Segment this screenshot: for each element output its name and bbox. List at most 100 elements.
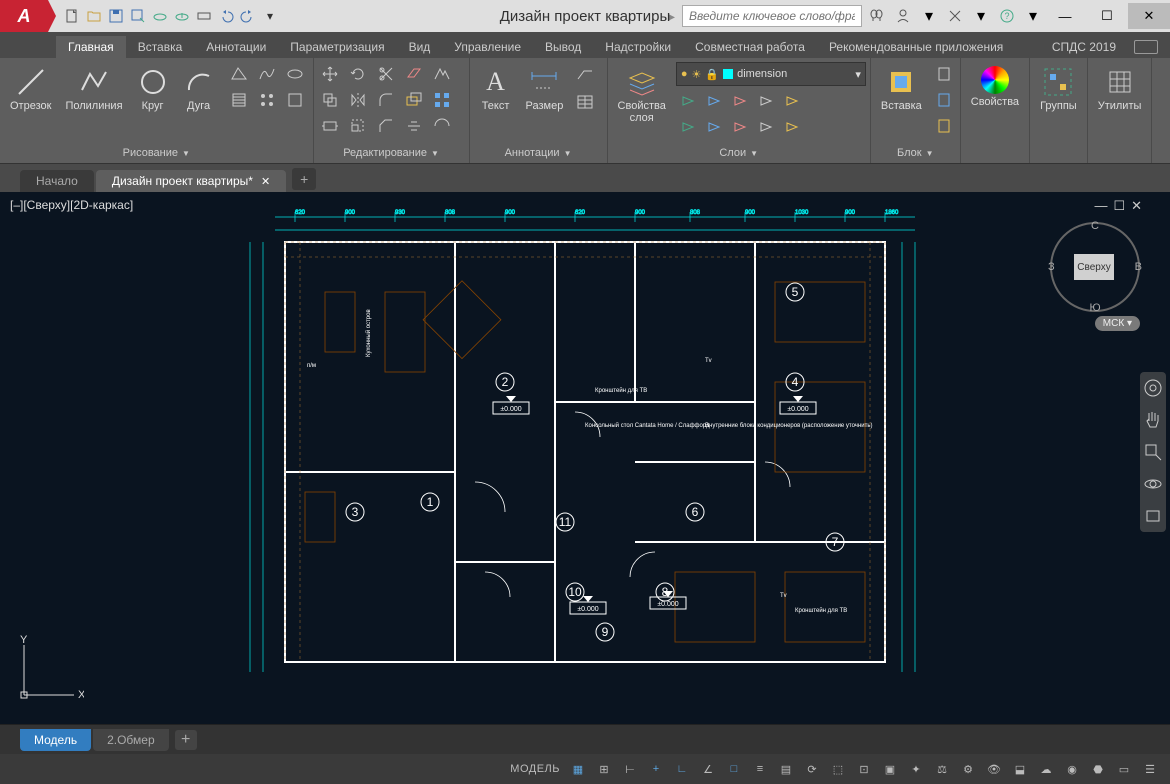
search-icon[interactable]: [866, 5, 888, 27]
coordinate-system-button[interactable]: МСК ▾: [1095, 316, 1140, 331]
close-button[interactable]: ✕: [1128, 3, 1170, 29]
status-cycle-icon[interactable]: ⟳: [800, 757, 824, 781]
tool-trim-icon[interactable]: [374, 62, 398, 86]
layer-match-icon[interactable]: [780, 88, 804, 112]
status-dynucs-icon[interactable]: ⊡: [852, 757, 876, 781]
tab-featured-apps[interactable]: Рекомендованные приложения: [817, 36, 1015, 58]
tab-output[interactable]: Вывод: [533, 36, 593, 58]
tool-chamfer-icon[interactable]: [374, 114, 398, 138]
redo-icon[interactable]: [238, 6, 258, 26]
help-dropdown[interactable]: ▾: [1022, 5, 1044, 27]
layer-prev-icon[interactable]: [676, 114, 700, 138]
status-annomon-icon[interactable]: 👁: [982, 757, 1006, 781]
qat-dropdown-icon[interactable]: ▾: [260, 6, 280, 26]
status-workspace-icon[interactable]: ⚙: [956, 757, 980, 781]
panel-modify-title[interactable]: Редактирование▼: [318, 143, 465, 163]
tab-manage[interactable]: Управление: [442, 36, 533, 58]
status-gizmo-icon[interactable]: ✦: [904, 757, 928, 781]
app-menu-button[interactable]: A: [0, 0, 48, 32]
signin-icon[interactable]: [892, 5, 914, 27]
tool-hatch-icon[interactable]: [227, 88, 251, 112]
doc-tab-start[interactable]: Начало: [20, 170, 94, 192]
tool-erase-icon[interactable]: [402, 62, 426, 86]
nav-orbit-icon[interactable]: [1143, 474, 1163, 494]
tab-spds[interactable]: СПДС 2019: [1040, 36, 1128, 58]
panel-annotation-title[interactable]: Аннотации▼: [474, 143, 603, 163]
layer-off-icon[interactable]: [676, 88, 700, 112]
status-sel-icon[interactable]: ▣: [878, 757, 902, 781]
tab-view[interactable]: Вид: [397, 36, 443, 58]
status-annoscale-icon[interactable]: ⚖: [930, 757, 954, 781]
viewcube-north[interactable]: С: [1091, 220, 1099, 232]
doc-tab-active[interactable]: Дизайн проект квартиры*✕: [96, 170, 286, 192]
tool-edit-attr-icon[interactable]: [932, 114, 956, 138]
viewcube-east[interactable]: В: [1135, 261, 1142, 273]
layer-new-icon[interactable]: [754, 114, 778, 138]
nav-wheel-icon[interactable]: [1143, 378, 1163, 398]
status-osnap-icon[interactable]: □: [722, 757, 746, 781]
tool-table-icon[interactable]: [573, 90, 597, 114]
tab-home[interactable]: Главная: [56, 36, 126, 58]
title-dropdown-2[interactable]: ▾: [970, 5, 992, 27]
viewport-close-icon[interactable]: ✕: [1131, 198, 1142, 214]
tool-align-icon[interactable]: [402, 114, 426, 138]
tool-point-icon[interactable]: [255, 88, 279, 112]
tool-spline-icon[interactable]: [255, 62, 279, 86]
tool-explode-icon[interactable]: [430, 62, 454, 86]
tool-circle[interactable]: Круг: [131, 62, 175, 116]
status-custom-icon[interactable]: ☰: [1138, 757, 1162, 781]
layer-iso-icon[interactable]: [754, 88, 778, 112]
layer-selector[interactable]: ● ☀ 🔒 dimension ▾: [676, 62, 866, 86]
status-grid-icon[interactable]: ▦: [566, 757, 590, 781]
tab-insert[interactable]: Вставка: [126, 36, 195, 58]
close-icon[interactable]: ✕: [261, 175, 270, 188]
tool-stretch-icon[interactable]: [318, 114, 342, 138]
tool-layer-props[interactable]: Свойства слоя: [612, 62, 672, 128]
tool-rectangle-icon[interactable]: [227, 62, 251, 86]
exchange-icon[interactable]: [944, 5, 966, 27]
status-hw-icon[interactable]: ◉: [1060, 757, 1084, 781]
tool-groups[interactable]: Группы: [1034, 62, 1083, 116]
cloud-open-icon[interactable]: [150, 6, 170, 26]
tab-annotate[interactable]: Аннотации: [194, 36, 278, 58]
viewcube[interactable]: Сверху С Ю З В: [1050, 222, 1140, 312]
plot-icon[interactable]: [194, 6, 214, 26]
tab-collaborate[interactable]: Совместная работа: [683, 36, 817, 58]
tool-insert-block[interactable]: Вставка: [875, 62, 928, 116]
tab-addins[interactable]: Надстройки: [593, 36, 683, 58]
layer-walk-icon[interactable]: [702, 114, 726, 138]
layout-tab-1[interactable]: 2.Обмер: [93, 729, 169, 751]
status-trans-icon[interactable]: ▤: [774, 757, 798, 781]
layer-lock-icon[interactable]: [728, 88, 752, 112]
tool-ellipse-icon[interactable]: [283, 62, 307, 86]
tool-properties[interactable]: Свойства: [965, 62, 1025, 112]
help-icon[interactable]: ?: [996, 5, 1018, 27]
tool-rotate-icon[interactable]: [346, 62, 370, 86]
tool-create-block-icon[interactable]: [932, 62, 956, 86]
title-dropdown[interactable]: ▾: [918, 5, 940, 27]
tool-region-icon[interactable]: [283, 88, 307, 112]
doc-tab-add[interactable]: +: [292, 168, 316, 190]
panel-layers-title[interactable]: Слои▼: [612, 143, 866, 163]
view-label[interactable]: [–][Сверху][2D-каркас]: [10, 198, 133, 212]
status-ortho-icon[interactable]: ∟: [670, 757, 694, 781]
status-iso-icon[interactable]: ⬣: [1086, 757, 1110, 781]
nav-pan-icon[interactable]: [1143, 410, 1163, 430]
status-units-icon[interactable]: ⬓: [1008, 757, 1032, 781]
tool-fillet-icon[interactable]: [374, 88, 398, 112]
layer-del-icon[interactable]: [780, 114, 804, 138]
viewcube-face[interactable]: Сверху: [1074, 254, 1114, 280]
layer-freeze-icon[interactable]: [702, 88, 726, 112]
nav-zoom-icon[interactable]: [1143, 442, 1163, 462]
tool-scale-icon[interactable]: [346, 114, 370, 138]
ucs-icon[interactable]: X Y: [14, 635, 84, 710]
tool-move-icon[interactable]: [318, 62, 342, 86]
viewport-min-icon[interactable]: —: [1094, 198, 1107, 214]
undo-icon[interactable]: [216, 6, 236, 26]
tool-copy-icon[interactable]: [318, 88, 342, 112]
panel-draw-title[interactable]: Рисование▼: [4, 143, 309, 163]
status-lw-icon[interactable]: ≡: [748, 757, 772, 781]
nav-showmotion-icon[interactable]: [1143, 506, 1163, 526]
tool-offset-icon[interactable]: [402, 88, 426, 112]
status-3dosnap-icon[interactable]: ⬚: [826, 757, 850, 781]
